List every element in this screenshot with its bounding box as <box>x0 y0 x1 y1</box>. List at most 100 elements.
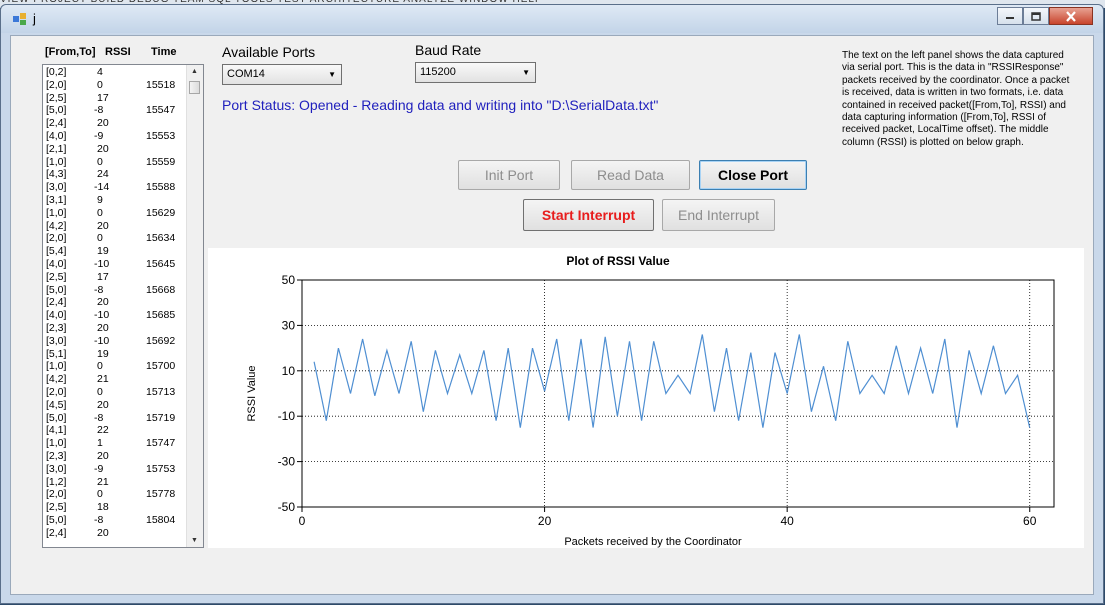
y-tick-label: 50 <box>282 273 296 287</box>
title-bar[interactable]: j <box>1 5 1103 33</box>
dropdown-arrow-icon: ▼ <box>522 68 530 77</box>
list-item-from-to: [5,0] <box>46 283 67 296</box>
list-item-rssi: -8 <box>94 514 104 526</box>
list-item-from-to: [3,0] <box>46 462 67 475</box>
list-item-time: 15685 <box>146 309 176 322</box>
list-item-rssi: 1 <box>97 437 103 450</box>
list-item-from-to: [4,0] <box>46 258 67 270</box>
port-status-text: Port Status: Opened - Reading data and w… <box>222 97 659 113</box>
list-item-rssi: 24 <box>97 168 109 181</box>
list-item-from-to: [2,4] <box>46 117 67 130</box>
list-item-rssi: 20 <box>97 219 109 232</box>
list-item-rssi: 21 <box>97 475 109 488</box>
list-item-rssi: 4 <box>97 66 103 78</box>
list-item-rssi: 20 <box>97 450 109 462</box>
list-item-time: 15753 <box>146 462 176 475</box>
header-time: Time <box>151 46 177 58</box>
scroll-up-arrow-icon[interactable]: ▲ <box>191 68 198 75</box>
read-data-button[interactable]: Read Data <box>571 160 690 190</box>
list-item-from-to: [4,3] <box>46 168 67 181</box>
end-interrupt-button[interactable]: End Interrupt <box>662 199 775 231</box>
x-tick-label: 0 <box>299 514 306 528</box>
window-controls <box>997 7 1093 27</box>
x-axis-label: Packets received by the Coordinator <box>564 536 742 548</box>
dropdown-arrow-icon: ▼ <box>328 70 336 79</box>
list-item-from-to: [2,5] <box>46 501 67 514</box>
list-item-rssi: 9 <box>97 194 103 206</box>
baud-rate-select[interactable]: 115200 ▼ <box>415 62 536 83</box>
x-tick-label: 20 <box>538 514 552 528</box>
y-tick-label: -30 <box>278 455 296 469</box>
form-client-area: [From,To] RSSI Time ▲ ▼ [0,2] 4 [2,0] 0 1551… <box>10 35 1094 595</box>
list-item-from-to: [5,1] <box>46 347 67 360</box>
start-interrupt-button[interactable]: Start Interrupt <box>523 199 654 231</box>
y-tick-label: 30 <box>282 318 296 332</box>
list-item-rssi: 20 <box>97 117 109 130</box>
listbox-scrollbar[interactable]: ▲ ▼ <box>186 65 203 547</box>
y-axis-label: RSSI Value <box>246 365 258 421</box>
list-item-time: 15713 <box>146 386 176 398</box>
list-item-from-to: [2,0] <box>46 386 67 398</box>
close-icon <box>1066 10 1076 22</box>
y-tick-label: -10 <box>278 409 296 423</box>
list-item-from-to: [2,1] <box>46 142 67 155</box>
list-item-time: 15747 <box>146 437 176 450</box>
list-item-time: 15634 <box>146 232 176 245</box>
list-item-from-to: [2,0] <box>46 78 67 91</box>
list-item-rssi: 19 <box>97 245 109 258</box>
list-item-rssi: 20 <box>97 526 109 539</box>
y-tick-label: -50 <box>278 500 296 514</box>
rssi-chart: 50 30 10 -10 -30 -500 20 40 60 Plot of RSSI Value… <box>246 254 1055 548</box>
list-item-from-to: [4,2] <box>46 219 67 232</box>
minimize-button[interactable] <box>997 7 1023 25</box>
serial-data-listbox[interactable]: ▲ ▼ [0,2] 4 [2,0] 0 15518 [2,5] 17 [5,0] -8 15547… <box>42 64 204 548</box>
list-item-from-to: [1,0] <box>46 206 67 219</box>
list-item-time: 15553 <box>146 130 176 142</box>
init-port-button[interactable]: Init Port <box>458 160 560 190</box>
list-item-from-to: [2,0] <box>46 232 67 245</box>
list-item-from-to: [0,2] <box>46 66 67 78</box>
maximize-button[interactable] <box>1023 7 1049 25</box>
list-item-rssi: -10 <box>94 334 110 347</box>
rssi-series-line <box>313 334 1031 428</box>
available-ports-label: Available Ports <box>222 44 316 60</box>
available-ports-value: COM14 <box>227 68 265 80</box>
list-item-rssi: 18 <box>97 501 109 514</box>
list-item-from-to: [5,4] <box>46 245 67 258</box>
list-item-rssi: 19 <box>97 347 109 360</box>
list-item-rssi: 17 <box>97 270 109 283</box>
list-item-rssi: -10 <box>94 309 110 322</box>
available-ports-select[interactable]: COM14 ▼ <box>222 64 342 85</box>
list-item-from-to: [2,3] <box>46 450 67 462</box>
description-text: The text on the left panel shows the dat… <box>842 50 1070 148</box>
list-item-time: 15588 <box>146 181 176 194</box>
plot-area <box>301 279 1055 508</box>
scroll-down-arrow-icon[interactable]: ▼ <box>191 537 198 544</box>
app-windows-form-icon[interactable] <box>13 12 27 26</box>
list-item-rssi: 20 <box>97 322 109 334</box>
list-item-time: 15559 <box>146 155 176 168</box>
baud-rate-value: 115200 <box>420 66 456 78</box>
list-item-rssi: 0 <box>97 78 103 91</box>
list-item-time: 15804 <box>146 514 176 526</box>
list-item-rssi: 0 <box>97 360 103 373</box>
list-item-from-to: [1,0] <box>46 437 67 450</box>
app-window: j [From,To] RSSI Time ▲ ▼ [0,2] 4 [2,0] 0 15… <box>0 4 1104 604</box>
list-item-time: 15629 <box>146 206 176 219</box>
list-item-from-to: [2,5] <box>46 91 67 104</box>
list-item-rssi: 20 <box>97 398 109 411</box>
list-item-time: 15778 <box>146 488 176 501</box>
list-item-from-to: [2,0] <box>46 488 67 501</box>
list-item-time: 15719 <box>146 411 176 424</box>
list-item-from-to: [4,2] <box>46 373 67 386</box>
list-item-rssi: -8 <box>94 411 104 424</box>
list-item-from-to: [3,0] <box>46 334 67 347</box>
scrollbar-thumb[interactable] <box>189 81 200 94</box>
list-item-rssi: -8 <box>94 104 104 117</box>
list-item-rssi: 22 <box>97 424 109 437</box>
close-port-button[interactable]: Close Port <box>699 160 807 190</box>
list-item-from-to: [2,4] <box>46 296 67 309</box>
list-item-rssi: -10 <box>94 258 110 270</box>
close-button[interactable] <box>1049 7 1093 25</box>
list-item-from-to: [4,0] <box>46 130 67 142</box>
